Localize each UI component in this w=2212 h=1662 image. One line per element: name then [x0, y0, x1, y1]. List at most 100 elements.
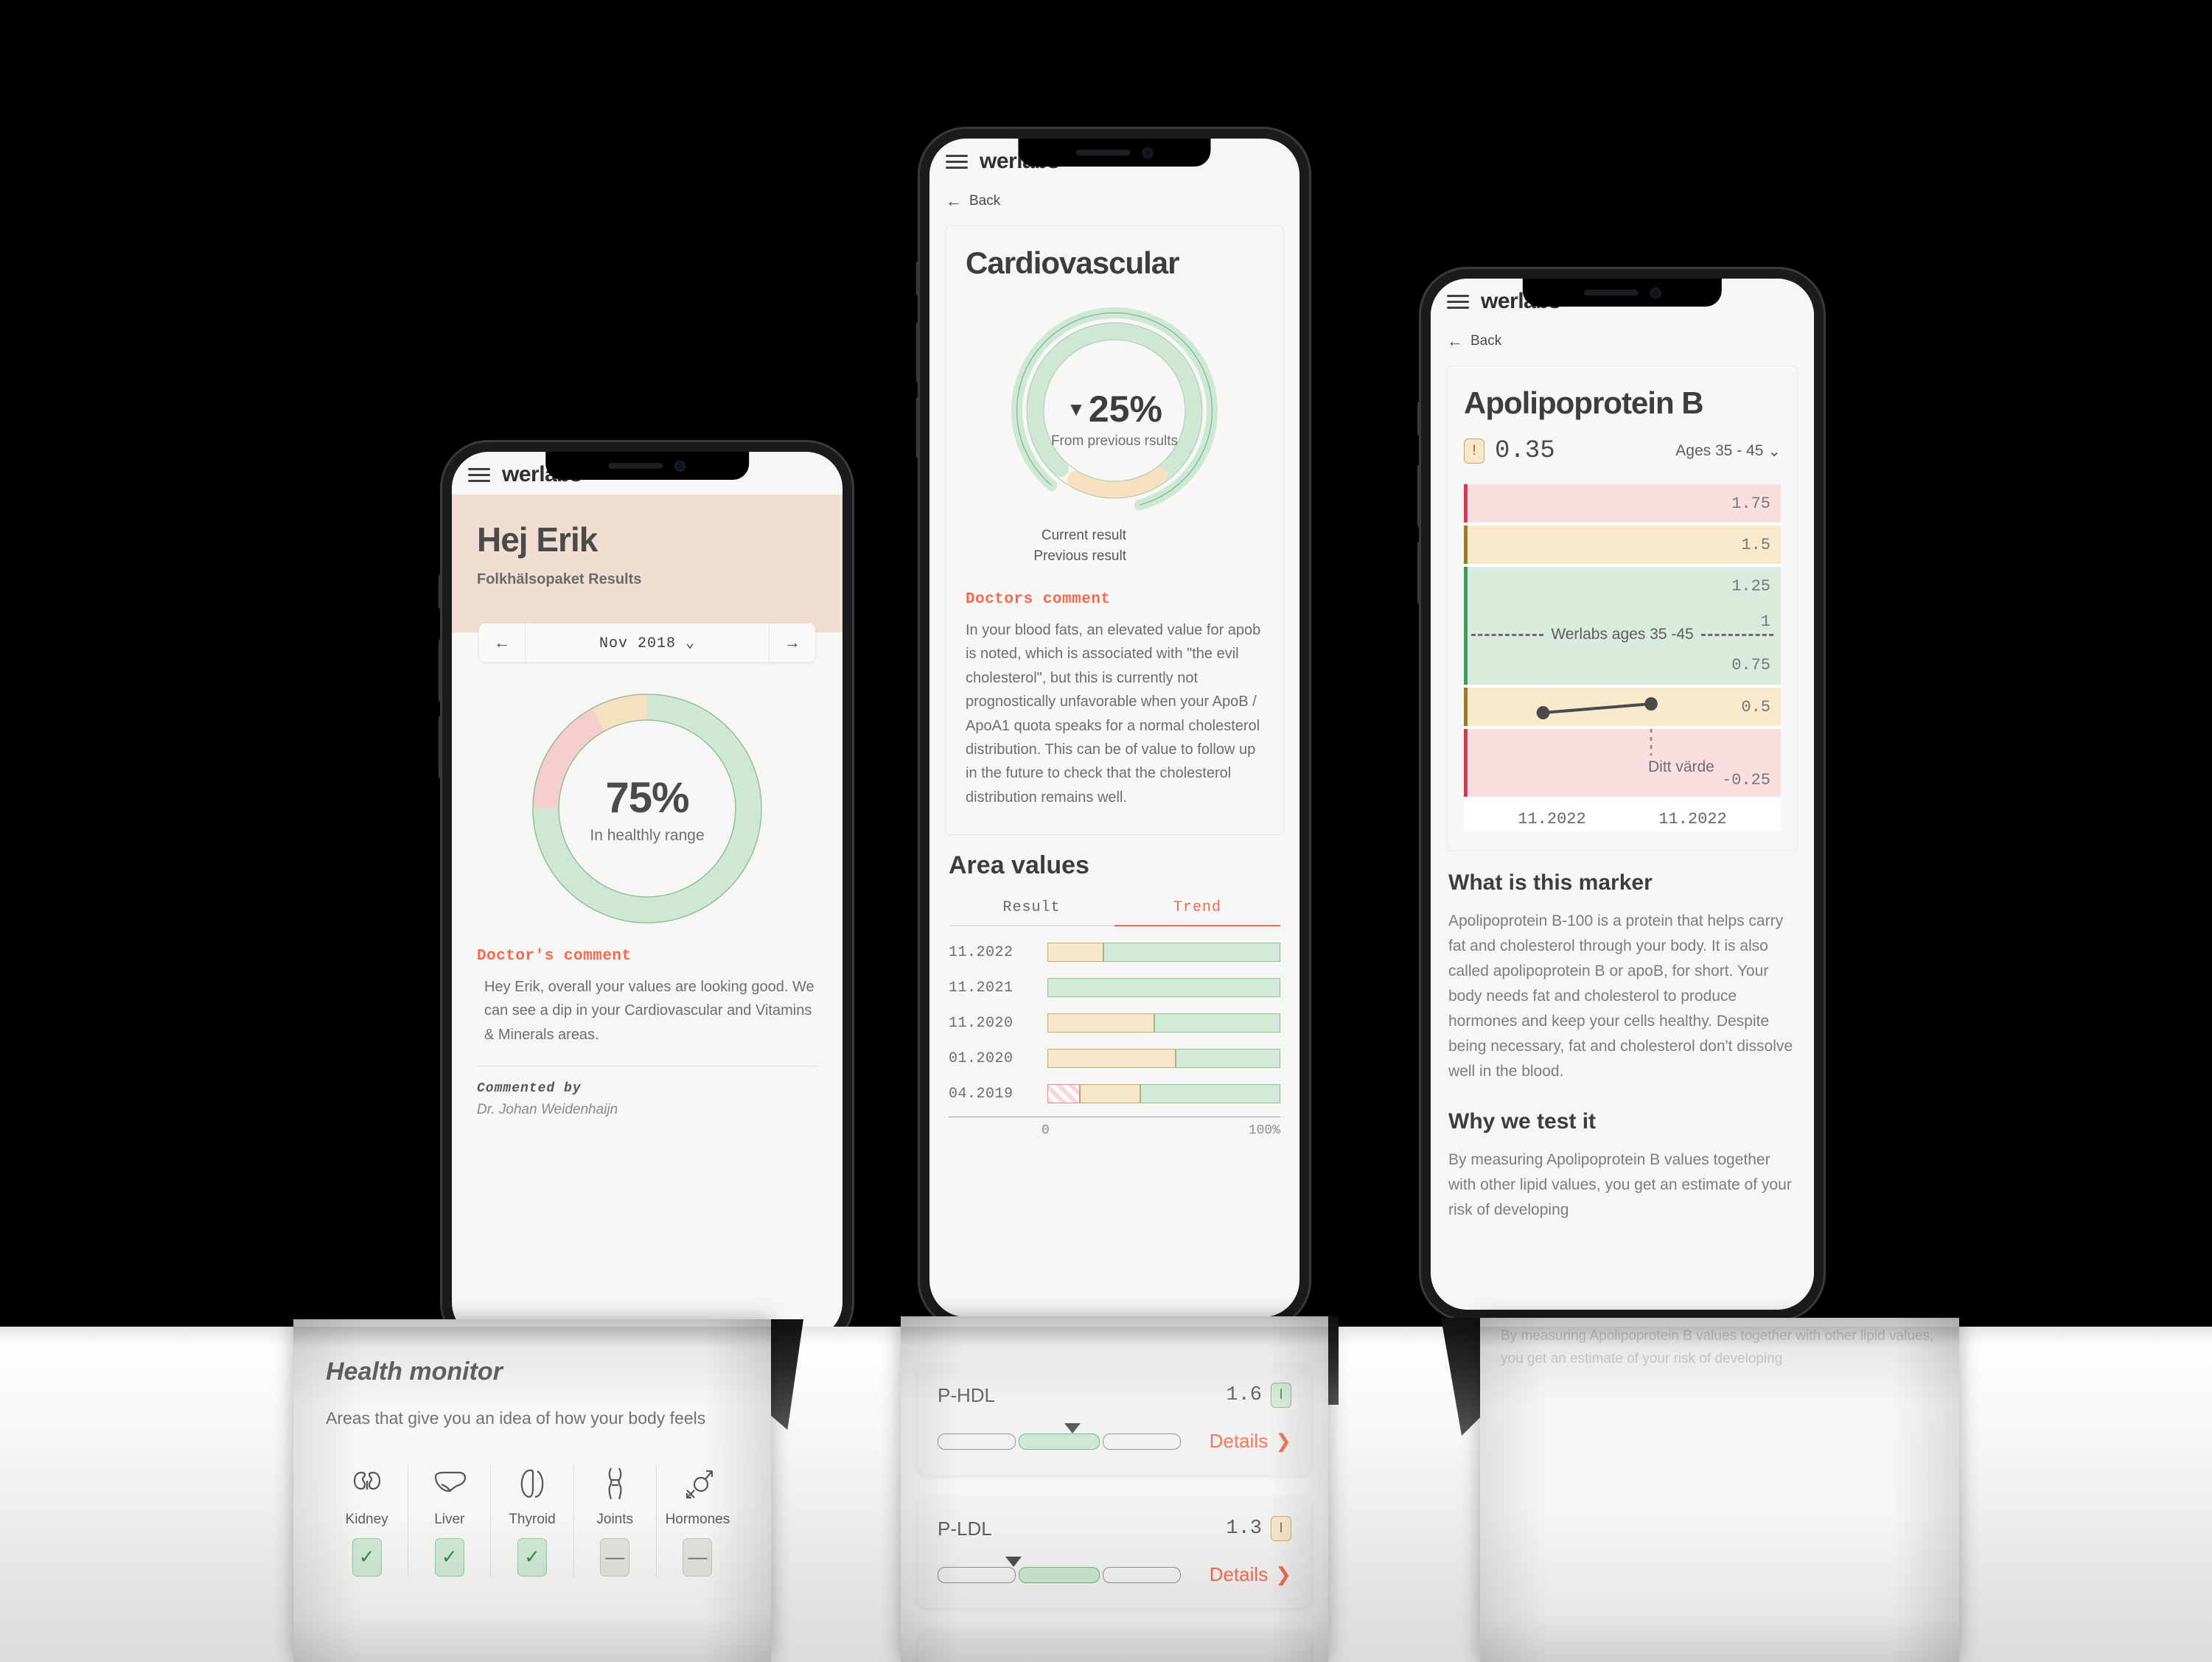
health-item-joints[interactable]: Joints — — [573, 1464, 656, 1577]
age-range-selector[interactable]: Ages 35 - 45 ⌄ — [1675, 442, 1781, 461]
range-normal — [1018, 1433, 1100, 1450]
hamburger-menu-icon[interactable] — [1447, 294, 1469, 309]
cardiovascular-card: Cardiovascular ▼ 25% From previous rsult… — [946, 226, 1283, 836]
why-we-test-it-title: Why we test it — [1448, 1109, 1597, 1134]
health-item-label: Thyroid — [509, 1511, 556, 1527]
greeting-title: Hej Erik — [477, 520, 598, 559]
health-item-kidney[interactable]: Kidney ✓ — [326, 1464, 408, 1577]
marker-card-partial[interactable] — [917, 1630, 1312, 1662]
month-selector[interactable]: ← Nov 2018 ⌄ → — [479, 624, 815, 662]
marker-range-slider — [938, 1556, 1181, 1583]
apob-title: Apolipoprotein B — [1464, 385, 1704, 420]
health-monitor-subtitle: Areas that give you an idea of how your … — [326, 1408, 706, 1428]
trend-bar-row: 04.2019 — [949, 1084, 1280, 1104]
bar-track — [1047, 943, 1280, 963]
marker-card-phdl[interactable]: P-HDL 1.6 I Details ❯ — [917, 1364, 1312, 1475]
range-low — [938, 1433, 1016, 1450]
hamburger-menu-icon[interactable] — [468, 467, 490, 482]
why-we-test-it-text: By measuring Apolipoprotein B values tog… — [1448, 1151, 1792, 1219]
tab-result[interactable]: Result — [949, 899, 1114, 927]
liver-icon — [411, 1464, 487, 1503]
phone-left: werlabs Hej Erik Folkhälsopaket Results … — [439, 442, 852, 1349]
health-item-hormones[interactable]: Hormones — — [655, 1464, 739, 1577]
status-badge: ✓ — [434, 1537, 464, 1577]
value-drop-line — [1650, 729, 1653, 755]
notch — [1522, 279, 1723, 307]
health-item-label: Joints — [596, 1511, 634, 1527]
details-label: Details — [1209, 1563, 1269, 1585]
chevron-right-icon: ❯ — [1275, 1430, 1291, 1452]
info-badge-icon: I — [1271, 1516, 1291, 1541]
health-monitor-title: Health monitor — [326, 1358, 503, 1386]
trend-bar-row: 01.2020 — [949, 1049, 1280, 1069]
health-monitor-grid: Kidney ✓ Liver ✓ Thyroid ✓ Joints — Horm… — [326, 1464, 739, 1577]
next-month-button[interactable]: → — [770, 624, 815, 662]
gauge-caption: From previous rsults — [1050, 433, 1179, 449]
notch — [545, 452, 749, 480]
arrow-left-icon: ← — [1447, 332, 1463, 350]
chevron-down-icon: ⌄ — [685, 635, 696, 652]
band-label: 1.5 — [1741, 535, 1770, 554]
status-badge: — — [683, 1537, 713, 1577]
bar-track — [1047, 1084, 1280, 1104]
back-button-center[interactable]: ← Back — [929, 181, 1299, 221]
results-card: 75% In healthly range Doctor's comment H… — [452, 641, 842, 1141]
info-badge-icon: I — [1271, 1383, 1291, 1408]
marker-name: P-HDL — [938, 1383, 996, 1406]
hamburger-menu-icon[interactable] — [946, 154, 968, 169]
front-camera-icon — [1142, 147, 1154, 158]
warning-badge-icon: ! — [1464, 439, 1484, 464]
details-link-pldl[interactable]: Details ❯ — [1210, 1563, 1291, 1586]
x-label: 11.2022 — [1518, 810, 1586, 828]
health-item-liver[interactable]: Liver ✓ — [408, 1464, 490, 1577]
doctors-comment-label: Doctors comment — [966, 591, 1111, 609]
range-high — [1103, 1433, 1181, 1450]
bar-track — [1047, 1049, 1280, 1069]
prev-month-button[interactable]: ← — [479, 624, 525, 662]
bar-label: 11.2020 — [949, 1014, 1013, 1032]
details-link-phdl[interactable]: Details ❯ — [1210, 1430, 1291, 1453]
chevron-down-icon: ⌄ — [1768, 442, 1781, 460]
reference-line: Werlabs ages 35 -45 — [1464, 626, 1781, 643]
legend-current: Current result — [1041, 528, 1126, 543]
package-subtitle: Folkhälsopaket Results — [477, 571, 642, 587]
cardiovascular-title: Cardiovascular — [966, 245, 1179, 280]
marker-name: P-LDL — [938, 1517, 992, 1540]
month-label: Nov 2018 — [599, 635, 676, 652]
thyroid-icon — [494, 1464, 570, 1503]
health-item-label: Liver — [434, 1511, 465, 1527]
apob-value-row: ! 0.35 Ages 35 - 45 ⌄ — [1464, 437, 1781, 465]
health-item-label: Hormones — [665, 1511, 730, 1527]
back-button-right[interactable]: ← Back — [1431, 321, 1814, 361]
gauge-percent: 25% — [1088, 388, 1162, 430]
x-axis-labels: 11.2022 11.2022 — [1464, 800, 1781, 831]
health-item-label: Kidney — [345, 1511, 388, 1527]
health-item-thyroid[interactable]: Thyroid ✓ — [490, 1464, 573, 1577]
donut-percent: 75% — [605, 773, 689, 822]
area-values-title: Area values — [949, 851, 1089, 880]
front-camera-icon — [674, 460, 686, 472]
x-label: 11.2022 — [1658, 810, 1727, 828]
value-caret-icon — [1005, 1556, 1022, 1567]
back-label: Back — [1470, 333, 1502, 349]
bar-label: 11.2022 — [949, 943, 1013, 961]
bar-label: 04.2019 — [949, 1085, 1013, 1103]
trend-bar-row: 11.2021 — [949, 978, 1280, 998]
age-range-label: Ages 35 - 45 — [1675, 442, 1764, 459]
cardiovascular-gauge-chart: ▼ 25% From previous rsults — [1004, 300, 1225, 521]
bar-track — [1047, 1013, 1280, 1033]
apob-value: 0.35 — [1495, 437, 1555, 465]
what-is-this-marker-text: Apolipoprotein B-100 is a protein that h… — [1448, 912, 1793, 1080]
paper-strip-left: Health monitor Areas that give you an id… — [293, 1319, 771, 1662]
status-badge: ✓ — [517, 1537, 547, 1577]
gauge-legend: Current result Previous result — [966, 526, 1263, 566]
band-label: 1.75 — [1731, 494, 1770, 513]
gauge-percent-row: ▼ 25% — [1067, 388, 1162, 430]
status-badge: ✓ — [352, 1537, 382, 1577]
bar-track — [1047, 978, 1280, 998]
why-we-test-text-continued: By measuring Apolipoprotein B values tog… — [1501, 1328, 1934, 1366]
marker-card-pldl[interactable]: P-LDL 1.3 I Details ❯ — [917, 1497, 1312, 1608]
apob-trend-chart: 1.75 1.5 1.25 1 Werlabs ages 35 -45 0.75… — [1464, 484, 1781, 831]
month-value[interactable]: Nov 2018 ⌄ — [526, 624, 769, 662]
tab-trend[interactable]: Trend — [1114, 899, 1280, 927]
